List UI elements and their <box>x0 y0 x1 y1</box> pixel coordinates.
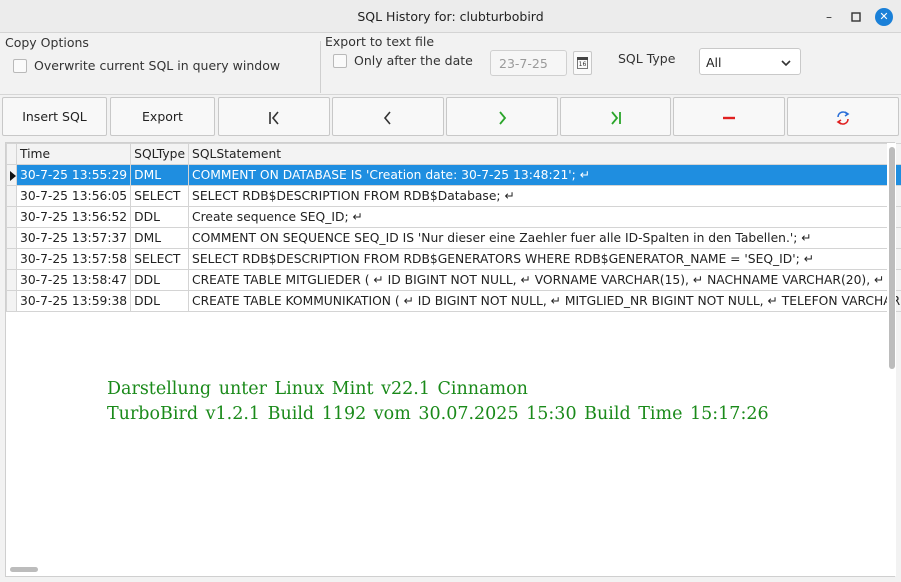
calendar-day: 16 <box>577 60 588 69</box>
cell-sqlstatement: COMMENT ON DATABASE IS 'Creation date: 3… <box>188 164 901 186</box>
delete-button[interactable] <box>673 97 785 136</box>
refresh-icon <box>836 110 850 125</box>
copy-options-label: Copy Options <box>5 35 89 50</box>
horizontal-scroll-thumb[interactable] <box>10 567 38 572</box>
cell-sqlstatement: SELECT RDB$DESCRIPTION FROM RDB$Database… <box>188 185 901 207</box>
header-row: Time SQLType SQLStatement <box>6 143 901 165</box>
row-indicator <box>6 227 17 249</box>
overwrite-checkbox[interactable] <box>13 59 27 73</box>
close-icon[interactable]: ✕ <box>875 8 893 26</box>
cell-sqltype: DML <box>130 164 190 186</box>
cell-time: 30-7-25 13:58:47 <box>15 269 132 291</box>
next-icon <box>499 110 507 125</box>
cell-sqltype: SELECT <box>130 185 190 207</box>
minimize-icon[interactable]: – <box>820 8 838 26</box>
row-indicator <box>6 185 17 207</box>
first-record-button[interactable] <box>218 97 330 136</box>
next-record-button[interactable] <box>446 97 558 136</box>
cell-time: 30-7-25 13:57:37 <box>15 227 132 249</box>
cell-sqlstatement: Create sequence SEQ_ID; ↵ <box>188 206 901 228</box>
cell-sqlstatement: COMMENT ON SEQUENCE SEQ_ID IS 'Nur diese… <box>188 227 901 249</box>
history-grid[interactable]: Time SQLType SQLStatement 30-7-25 13:55:… <box>5 142 901 577</box>
only-after-date-checkbox[interactable] <box>333 54 347 68</box>
table-row[interactable]: 30-7-25 13:59:38 DDL CREATE TABLE KOMMUN… <box>6 290 901 312</box>
table-row[interactable]: 30-7-25 13:58:47 DDL CREATE TABLE MITGLI… <box>6 269 901 291</box>
cell-sqlstatement: CREATE TABLE KOMMUNIKATION ( ↵ ID BIGINT… <box>188 290 901 312</box>
cell-time: 30-7-25 13:56:52 <box>15 206 132 228</box>
only-after-date-label: Only after the date <box>354 53 473 68</box>
cell-sqltype: DDL <box>130 290 190 312</box>
cell-time: 30-7-25 13:59:38 <box>15 290 132 312</box>
export-group-label: Export to text file <box>325 34 435 49</box>
last-record-button[interactable] <box>560 97 671 136</box>
delete-icon <box>723 116 735 119</box>
first-icon <box>269 110 279 125</box>
table-row[interactable]: 30-7-25 13:56:05 SELECT SELECT RDB$DESCR… <box>6 185 901 207</box>
current-row-icon <box>10 170 16 181</box>
row-indicator <box>6 290 17 312</box>
row-indicator <box>6 269 17 291</box>
sql-type-label: SQL Type <box>618 51 676 66</box>
panel-divider <box>320 41 321 93</box>
table-row[interactable]: 30-7-25 13:56:52 DDL Create sequence SEQ… <box>6 206 901 228</box>
maximize-icon[interactable] <box>847 8 865 26</box>
chevron-down-icon <box>780 53 792 72</box>
indicator-header <box>6 143 17 165</box>
table-row[interactable]: 30-7-25 13:57:58 SELECT SELECT RDB$DESCR… <box>6 248 901 270</box>
cell-sqltype: DDL <box>130 206 190 228</box>
title-bar: SQL History for: clubturbobird – ✕ <box>0 0 901 33</box>
table-row[interactable]: 30-7-25 13:55:29 DML COMMENT ON DATABASE… <box>6 164 901 186</box>
toolbar-divider <box>0 94 901 95</box>
cell-time: 30-7-25 13:56:05 <box>15 185 132 207</box>
cell-sqltype: SELECT <box>130 248 190 270</box>
cell-sqltype: DML <box>130 227 190 249</box>
info-note-line-2: TurboBird v1.2.1 Build 1192 vom 30.07.20… <box>107 404 769 424</box>
table-row[interactable]: 30-7-25 13:57:37 DML COMMENT ON SEQUENCE… <box>6 227 901 249</box>
cell-sqlstatement: SELECT RDB$DESCRIPTION FROM RDB$GENERATO… <box>188 248 901 270</box>
row-indicator <box>6 248 17 270</box>
date-input[interactable]: 23-7-25 <box>490 50 567 76</box>
row-indicator <box>6 164 17 186</box>
row-indicator <box>6 206 17 228</box>
window-title: SQL History for: clubturbobird <box>357 9 544 24</box>
info-note-line-1: Darstellung unter Linux Mint v22.1 Cinna… <box>107 379 528 399</box>
calendar-icon[interactable]: 16 <box>573 51 592 75</box>
vertical-scroll-thumb[interactable] <box>889 147 895 369</box>
column-header-time[interactable]: Time <box>15 143 132 165</box>
history-table: Time SQLType SQLStatement 30-7-25 13:55:… <box>6 143 901 312</box>
cell-sqltype: DDL <box>130 269 190 291</box>
refresh-button[interactable] <box>787 97 899 136</box>
overwrite-label: Overwrite current SQL in query window <box>34 58 281 73</box>
cell-sqlstatement: CREATE TABLE MITGLIEDER ( ↵ ID BIGINT NO… <box>188 269 901 291</box>
cell-time: 30-7-25 13:55:29 <box>15 164 132 186</box>
export-button[interactable]: Export <box>110 97 215 136</box>
column-header-sqlstatement[interactable]: SQLStatement <box>188 143 901 165</box>
column-header-sqltype[interactable]: SQLType <box>130 143 190 165</box>
vertical-scrollbar[interactable] <box>887 143 896 576</box>
sql-type-value: All <box>706 55 722 70</box>
cell-time: 30-7-25 13:57:58 <box>15 248 132 270</box>
sql-type-select[interactable]: All <box>699 48 801 75</box>
insert-sql-button[interactable]: Insert SQL <box>2 97 107 136</box>
prior-icon <box>383 110 391 125</box>
prior-record-button[interactable] <box>332 97 444 136</box>
last-icon <box>610 110 621 125</box>
